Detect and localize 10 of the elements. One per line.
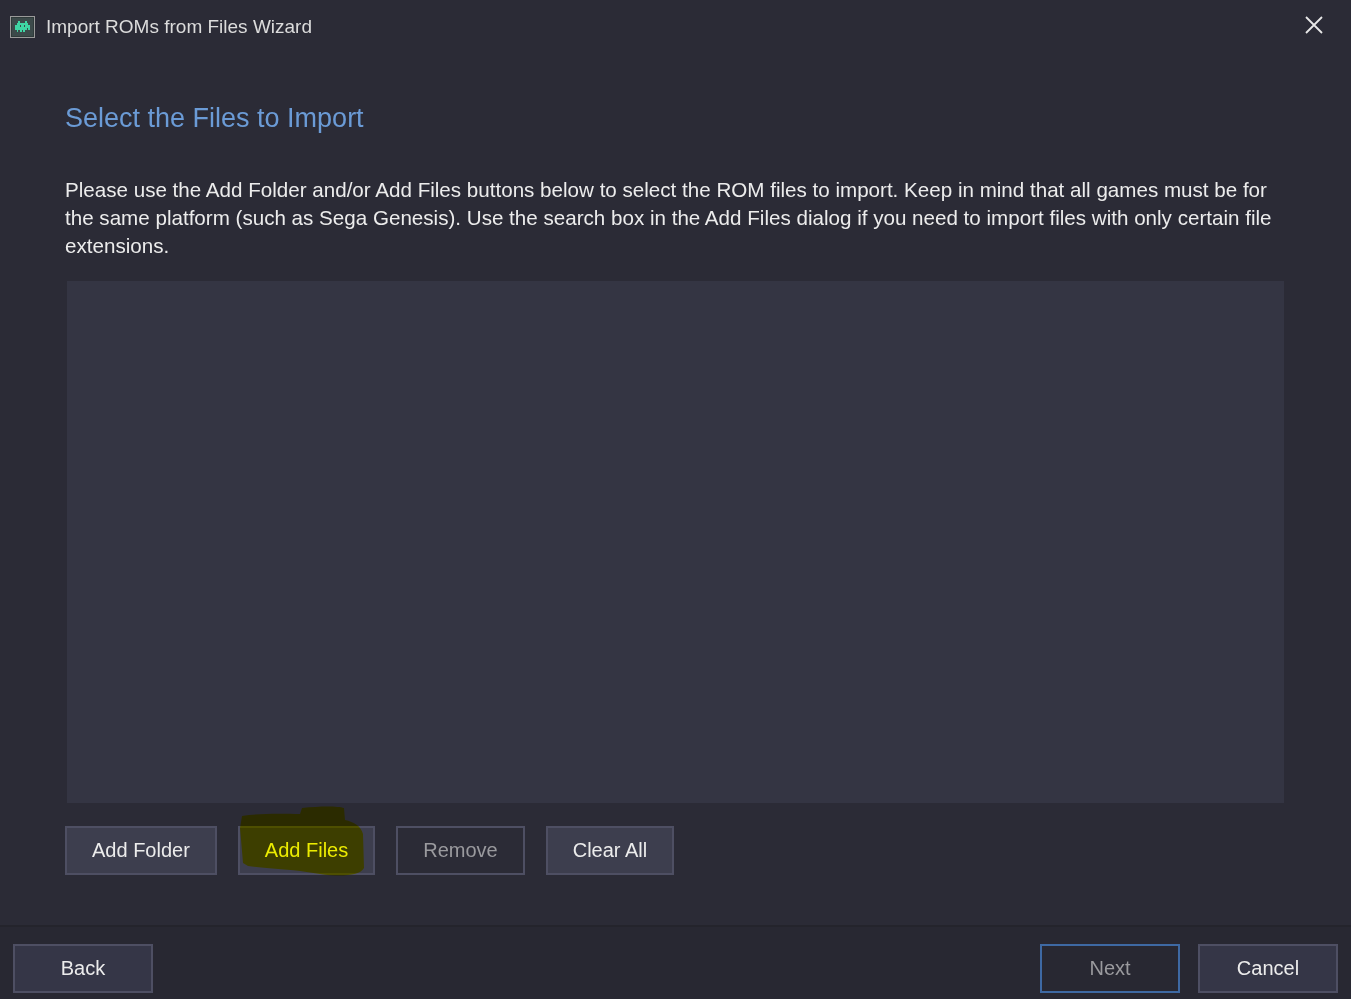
- list-button[interactable]: Clear All: [545, 826, 675, 875]
- page-heading: Select the Files to Import: [65, 102, 365, 135]
- nav-button[interactable]: Back: [13, 944, 153, 993]
- nav-button[interactable]: Cancel: [1198, 944, 1338, 993]
- close-icon: [1305, 16, 1323, 34]
- instructions-text: Please use the Add Folder and/or Add Files buttons below to select the ROM files to import. Keep in mind that all games must be for the same platform (such as Sega Genesis). Use the search box in the Add Files dialog if you need to import files with only certain file extensions.: [65, 177, 1273, 259]
- close-button[interactable]: [1303, 14, 1325, 36]
- window-title: Import ROMs from Files Wizard: [46, 16, 313, 38]
- list-button[interactable]: Add Folder: [65, 826, 217, 875]
- pixel-alien-icon: [10, 15, 35, 38]
